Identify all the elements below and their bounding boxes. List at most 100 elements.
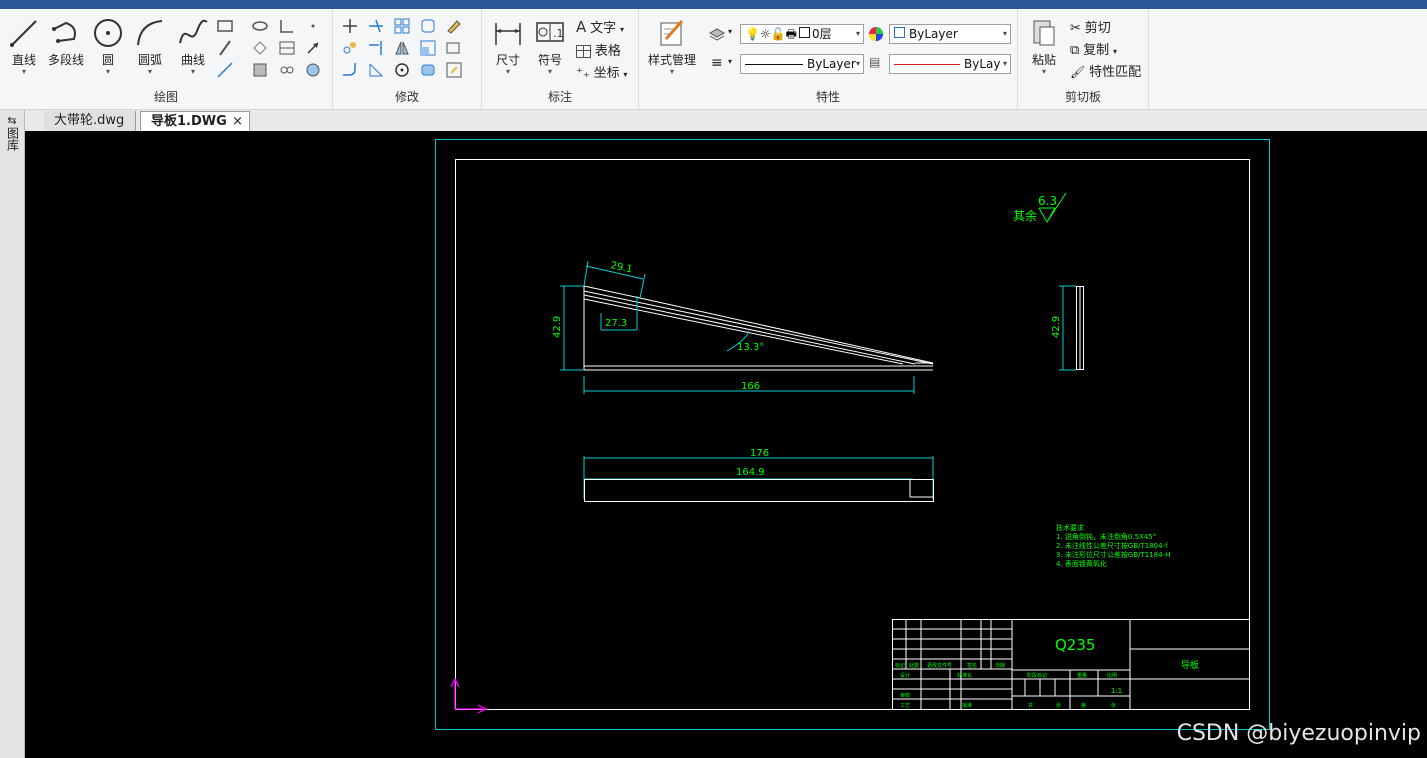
close-icon[interactable]: × bbox=[232, 112, 243, 131]
drawing-svg: 6.3 其余 29.1 42.9 27.3 13.3° 166 176 164.… bbox=[435, 139, 1270, 730]
tb-header: 日期 bbox=[995, 663, 1005, 669]
region-icon[interactable] bbox=[251, 39, 269, 57]
coordinate-button[interactable]: ⁺₊ 坐标 ▾ bbox=[576, 62, 627, 81]
line-icon bbox=[10, 20, 37, 47]
paste-icon bbox=[1033, 20, 1055, 46]
linetype-value: ByLayer bbox=[807, 57, 856, 71]
dimension-button[interactable]: 尺寸 ▾ bbox=[488, 17, 528, 76]
ellipse-icon[interactable] bbox=[251, 17, 269, 35]
color-swatch-icon bbox=[894, 27, 905, 38]
chevron-down-icon: ▾ bbox=[1041, 67, 1046, 76]
scale-icon[interactable] bbox=[419, 39, 437, 57]
annotate-panel: 尺寸 ▾ .1 符号 ▾ A 文字 ▾ 表格 ⁺₊ 坐标 ▾ 标注 bbox=[482, 9, 639, 109]
polyline-tool-button[interactable]: 多段线 bbox=[46, 17, 86, 68]
match-properties-button[interactable]: 🖌 特性匹配 bbox=[1070, 61, 1141, 80]
lineweight-value: ByLay bbox=[964, 57, 1001, 71]
draw-panel-label: 绘图 bbox=[153, 90, 178, 104]
tab-daoban[interactable]: 导板1.DWG × bbox=[140, 111, 250, 131]
rectangle-icon[interactable] bbox=[216, 17, 234, 35]
table-button[interactable]: 表格 bbox=[576, 40, 621, 59]
array-icon[interactable] bbox=[393, 17, 411, 35]
move-icon[interactable] bbox=[341, 17, 359, 35]
circle-tool-button[interactable]: 圆 ▾ bbox=[88, 17, 128, 76]
layer-value: 0层 bbox=[812, 27, 832, 41]
tech-req-line: 3. 未注形位尺寸公差按GB/T1184-H bbox=[1056, 550, 1170, 559]
construction-line-icon[interactable] bbox=[216, 39, 234, 57]
color-wheel-icon[interactable] bbox=[867, 25, 885, 43]
copy-button[interactable]: ⧉ 复制 ▾ bbox=[1070, 39, 1117, 58]
mirror-icon[interactable] bbox=[393, 39, 411, 57]
rotate-icon[interactable] bbox=[393, 61, 411, 79]
lineweight-icon[interactable]: ▤ bbox=[869, 55, 880, 69]
offset-icon[interactable] bbox=[419, 17, 437, 35]
tb-label: 设计 bbox=[900, 672, 910, 679]
tb-header: 更改文件号 bbox=[927, 662, 952, 669]
dimension-icon bbox=[495, 23, 521, 45]
dim-166: 166 bbox=[741, 381, 760, 392]
tb-label: 重量 bbox=[1077, 672, 1087, 679]
linetype-menu-icon[interactable]: ≡ bbox=[711, 55, 723, 71]
roughness-symbol: 6.3 其余 bbox=[1013, 192, 1067, 224]
stretch-icon[interactable] bbox=[445, 39, 463, 57]
wall-icon[interactable] bbox=[278, 39, 296, 57]
text-icon: A bbox=[576, 18, 587, 36]
tech-req-line: 技术要求 bbox=[1056, 523, 1084, 532]
library-button[interactable]: ⇆ 图库 bbox=[3, 114, 21, 154]
roughness-value: 6.3 bbox=[1038, 194, 1057, 208]
symbol-button[interactable]: .1 符号 ▾ bbox=[530, 17, 570, 76]
copy-icon: ⧉ bbox=[1070, 43, 1080, 58]
color-combo[interactable]: ByLayer ▾ bbox=[889, 24, 1011, 44]
brush-icon: 🖌 bbox=[1070, 65, 1086, 79]
tb-label: 标准化 bbox=[957, 672, 972, 679]
paste-button[interactable]: 粘贴 ▾ bbox=[1024, 17, 1064, 76]
style-manager-label: 样式管理 bbox=[647, 53, 696, 67]
chevron-down-icon: ▾ bbox=[728, 57, 733, 66]
printer-icon: 🖶 bbox=[785, 27, 797, 41]
chevron-down-icon: ▾ bbox=[1112, 47, 1117, 56]
library-icon: ⇆ bbox=[7, 114, 17, 127]
lock-icon: 🔓 bbox=[770, 27, 786, 41]
arc-tool-button[interactable]: 圆弧 ▾ bbox=[130, 17, 170, 76]
left-sidebar: ⇆ 图库 bbox=[0, 110, 25, 758]
style-manager-icon bbox=[660, 20, 684, 46]
point-icon[interactable] bbox=[304, 17, 322, 35]
erase-icon[interactable] bbox=[445, 17, 463, 35]
extend-icon[interactable] bbox=[367, 39, 385, 57]
dim-29-1: 29.1 bbox=[609, 260, 633, 275]
chevron-down-icon: ▾ bbox=[190, 67, 195, 76]
xline-icon[interactable] bbox=[216, 61, 234, 79]
arrow-icon[interactable] bbox=[304, 39, 322, 57]
chevron-down-icon: ▾ bbox=[669, 67, 674, 76]
linetype-combo[interactable]: ByLayer ▾ bbox=[740, 54, 864, 74]
text-button[interactable]: A 文字 ▾ bbox=[576, 17, 624, 36]
trim-icon[interactable] bbox=[367, 17, 385, 35]
cut-button[interactable]: ✂ 剪切 bbox=[1070, 17, 1111, 36]
symbol-label: 符号 bbox=[537, 53, 562, 67]
lineweight-combo[interactable]: ByLay ▾ bbox=[889, 54, 1011, 74]
style-manager-button[interactable]: 样式管理 ▾ bbox=[643, 17, 701, 76]
document-tab-bar: 大带轮.dwg 导板1.DWG × bbox=[0, 110, 1427, 132]
color-swatch-icon bbox=[799, 27, 810, 38]
fillet-modify-icon[interactable] bbox=[341, 61, 359, 79]
modify-panel: 修改 bbox=[333, 9, 482, 109]
3d-icon[interactable] bbox=[304, 61, 322, 79]
layer-properties-icon[interactable] bbox=[708, 25, 726, 43]
scale-text: 1:1 bbox=[1111, 687, 1122, 695]
line-tool-button[interactable]: 直线 ▾ bbox=[4, 17, 44, 76]
dim-164-9: 164.9 bbox=[736, 467, 765, 478]
hatch-icon[interactable] bbox=[251, 61, 269, 79]
tab-dadailun[interactable]: 大带轮.dwg bbox=[44, 111, 136, 131]
copy-object-icon[interactable] bbox=[341, 39, 359, 57]
tb-header: 签名 bbox=[967, 662, 977, 669]
chamfer-icon[interactable] bbox=[367, 61, 385, 79]
fillet-icon[interactable] bbox=[278, 17, 296, 35]
cloud-icon[interactable] bbox=[278, 61, 296, 79]
layer-combo[interactable]: 💡☼🔓🖶 0层 ▾ bbox=[740, 24, 864, 44]
dimension-label: 尺寸 bbox=[495, 53, 520, 67]
spline-tool-button[interactable]: 曲线 ▾ bbox=[173, 17, 213, 76]
drawing-canvas[interactable]: 6.3 其余 29.1 42.9 27.3 13.3° 166 176 164.… bbox=[25, 131, 1427, 758]
tb-label: 比例 bbox=[1107, 672, 1117, 679]
chevron-down-icon: ▾ bbox=[623, 70, 628, 79]
explode-icon[interactable] bbox=[419, 61, 437, 79]
edit-icon[interactable] bbox=[445, 61, 463, 79]
